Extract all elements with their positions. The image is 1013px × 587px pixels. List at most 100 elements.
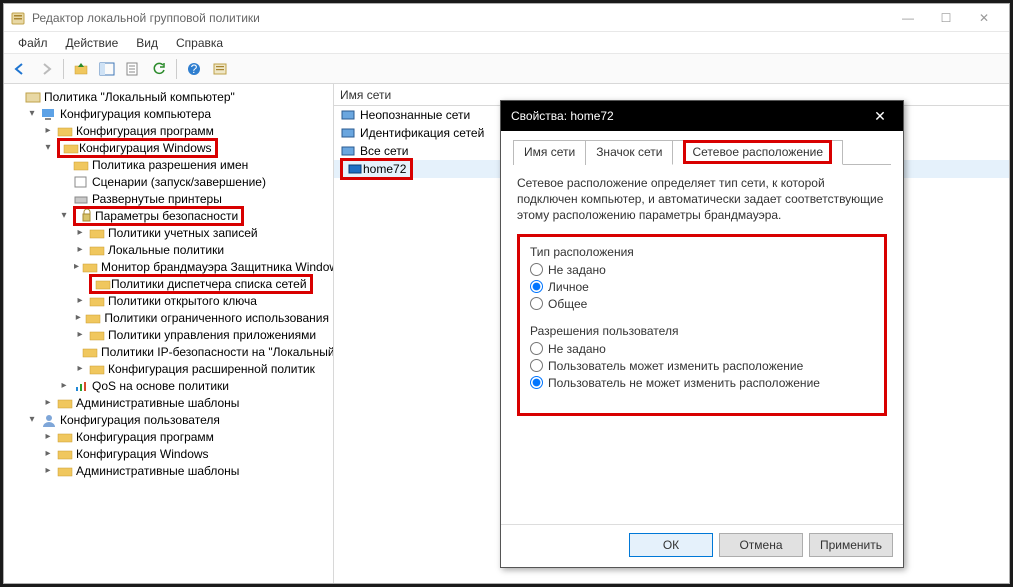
label: Политика разрешения имен: [92, 158, 248, 172]
app-icon: [10, 10, 26, 26]
maximize-button[interactable]: ☐: [927, 6, 965, 30]
tree-scripts[interactable]: ▸Сценарии (запуск/завершение): [56, 173, 331, 190]
filter-button[interactable]: [208, 57, 232, 81]
radio-input[interactable]: [530, 297, 543, 310]
folder-icon: [57, 464, 73, 478]
label: Пользователь может изменить расположение: [548, 359, 803, 373]
highlighted-group: Тип расположения Не задано Личное Общее …: [517, 234, 887, 416]
label: Конфигурация расширенной политик: [108, 362, 315, 376]
network-icon: [347, 161, 363, 177]
scripts-icon: [73, 175, 89, 189]
folder-icon: [95, 277, 111, 291]
tree-secparams[interactable]: ▾Параметры безопасности: [56, 207, 331, 224]
radio-loc-private[interactable]: Личное: [530, 280, 874, 294]
location-description: Сетевое расположение определяет тип сети…: [517, 175, 887, 224]
back-button[interactable]: [8, 57, 32, 81]
radio-loc-notset[interactable]: Не задано: [530, 263, 874, 277]
label: Неопознанные сети: [360, 108, 470, 122]
folder-icon: [89, 328, 105, 342]
location-type-legend: Тип расположения: [530, 245, 874, 259]
tree-netlistmgr[interactable]: ▸Политики диспетчера списка сетей: [72, 275, 331, 292]
up-button[interactable]: [69, 57, 93, 81]
label: Параметры безопасности: [95, 209, 238, 223]
tree-computer-config[interactable]: ▾Конфигурация компьютера: [24, 105, 331, 122]
menu-action[interactable]: Действие: [58, 34, 127, 52]
ok-button[interactable]: ОК: [629, 533, 713, 557]
tree-ipsec[interactable]: ▸Политики IP-безопасности на "Локальный: [72, 343, 331, 360]
export-list-button[interactable]: [121, 57, 145, 81]
apply-button[interactable]: Применить: [809, 533, 893, 557]
tree-winconf-c[interactable]: ▾Конфигурация Windows: [40, 139, 331, 156]
label: Все сети: [360, 144, 409, 158]
tab-icon[interactable]: Значок сети: [585, 140, 673, 165]
radio-input[interactable]: [530, 376, 543, 389]
tree-fwmon[interactable]: ▸Монитор брандмауэра Защитника Windows: [72, 258, 331, 275]
tree-root-label: Политика "Локальный компьютер": [44, 90, 235, 104]
tree-admintpl-u[interactable]: ▸Административные шаблоны: [40, 462, 331, 479]
refresh-button[interactable]: [147, 57, 171, 81]
menubar: Файл Действие Вид Справка: [4, 32, 1009, 54]
label: Политики ограниченного использования: [104, 311, 329, 325]
policy-icon: [25, 90, 41, 104]
label: Развернутые принтеры: [92, 192, 222, 206]
tree-openkey[interactable]: ▸Политики открытого ключа: [72, 292, 331, 309]
folder-icon: [73, 158, 89, 172]
tree-progconf-c[interactable]: ▸Конфигурация программ: [40, 122, 331, 139]
show-hide-tree-button[interactable]: [95, 57, 119, 81]
tree-accpol[interactable]: ▸Политики учетных записей: [72, 224, 331, 241]
minimize-button[interactable]: —: [889, 6, 927, 30]
location-type-group: Тип расположения Не задано Личное Общее: [530, 245, 874, 314]
tree-winconf-u[interactable]: ▸Конфигурация Windows: [40, 445, 331, 462]
tree-restricted[interactable]: ▸Политики ограниченного использования: [72, 309, 331, 326]
label: home72: [363, 162, 406, 176]
tree-qos[interactable]: ▸QoS на основе политики: [56, 377, 331, 394]
tree-progconf-u[interactable]: ▸Конфигурация программ: [40, 428, 331, 445]
label: Идентификация сетей: [360, 126, 484, 140]
radio-input[interactable]: [530, 280, 543, 293]
tree-user-config[interactable]: ▾Конфигурация пользователя: [24, 411, 331, 428]
tree-nameres[interactable]: ▸Политика разрешения имен: [56, 156, 331, 173]
forward-button[interactable]: [34, 57, 58, 81]
folder-icon: [57, 430, 73, 444]
label: Монитор брандмауэра Защитника Windows: [101, 260, 334, 274]
tab-location[interactable]: Сетевое расположение: [672, 140, 843, 165]
help-button[interactable]: ?: [182, 57, 206, 81]
radio-input[interactable]: [530, 342, 543, 355]
dialog-close-button[interactable]: ✕: [865, 108, 895, 125]
dialog-buttons: ОК Отмена Применить: [501, 524, 903, 567]
tree-admintpl-c[interactable]: ▸Административные шаблоны: [40, 394, 331, 411]
label: Конфигурация компьютера: [60, 107, 211, 121]
folder-icon: [89, 243, 105, 257]
radio-loc-public[interactable]: Общее: [530, 297, 874, 311]
tree-deployed-printers[interactable]: ▸Развернутые принтеры: [56, 190, 331, 207]
folder-icon: [85, 311, 101, 325]
menu-file[interactable]: Файл: [10, 34, 56, 52]
menu-help[interactable]: Справка: [168, 34, 231, 52]
label: Локальные политики: [108, 243, 224, 257]
radio-perm-notset[interactable]: Не задано: [530, 342, 874, 356]
cancel-button[interactable]: Отмена: [719, 533, 803, 557]
tree-root[interactable]: ▸Политика "Локальный компьютер": [8, 88, 331, 105]
label: Общее: [548, 297, 587, 311]
radio-input[interactable]: [530, 263, 543, 276]
radio-perm-canchange[interactable]: Пользователь может изменить расположение: [530, 359, 874, 373]
radio-perm-cannotchange[interactable]: Пользователь не может изменить расположе…: [530, 376, 874, 390]
tree-advaudit[interactable]: ▸Конфигурация расширенной политик: [72, 360, 331, 377]
user-permissions-legend: Разрешения пользователя: [530, 324, 874, 338]
tab-location-label: Сетевое расположение: [683, 140, 832, 164]
tab-name[interactable]: Имя сети: [513, 140, 586, 165]
svg-text:?: ?: [191, 62, 198, 76]
label: Не задано: [548, 342, 606, 356]
titlebar[interactable]: Редактор локальной групповой политики — …: [4, 4, 1009, 32]
dialog-titlebar[interactable]: Свойства: home72 ✕: [501, 101, 903, 131]
folder-icon: [89, 362, 105, 376]
radio-input[interactable]: [530, 359, 543, 372]
menu-view[interactable]: Вид: [128, 34, 166, 52]
folder-icon: [89, 294, 105, 308]
tree-localpol[interactable]: ▸Локальные политики: [72, 241, 331, 258]
properties-dialog: Свойства: home72 ✕ Имя сети Значок сети …: [500, 100, 904, 568]
tree-pane[interactable]: ▸Политика "Локальный компьютер" ▾Конфигу…: [4, 84, 334, 583]
close-button[interactable]: ✕: [965, 6, 1003, 30]
label: Политики учетных записей: [108, 226, 258, 240]
tree-appctrl[interactable]: ▸Политики управления приложениями: [72, 326, 331, 343]
